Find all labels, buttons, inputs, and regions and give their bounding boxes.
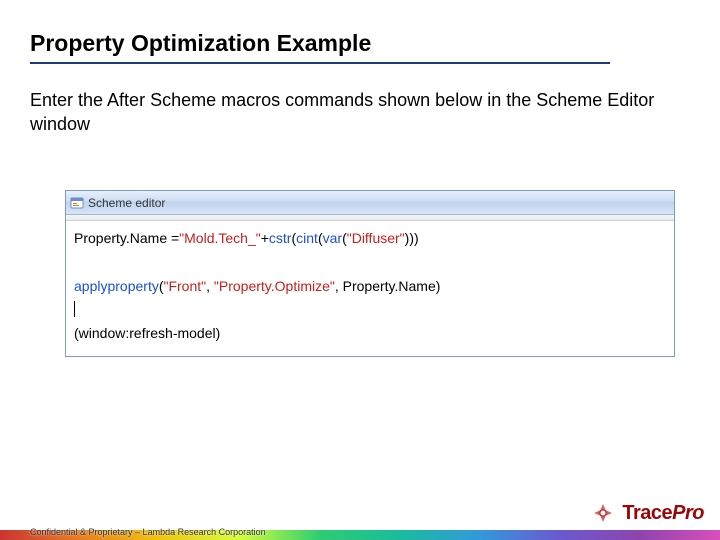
scheme-editor-window: Scheme editor Property.Name ="Mold.Tech_… — [65, 190, 675, 357]
code-area[interactable]: Property.Name ="Mold.Tech_"+cstr(cint(va… — [66, 221, 674, 356]
code-line-1: Property.Name ="Mold.Tech_"+cstr(cint(va… — [74, 227, 666, 251]
footer-text: Confidential & Proprietary – Lambda Rese… — [30, 527, 266, 537]
window-title: Scheme editor — [88, 196, 165, 210]
instruction-text: Enter the After Scheme macros commands s… — [30, 88, 670, 137]
brand-logo: TracePro — [588, 500, 704, 526]
text-caret — [74, 301, 75, 317]
window-titlebar: Scheme editor — [66, 191, 674, 215]
code-line-3: (window:refresh-model) — [74, 322, 666, 346]
code-caret-line — [74, 298, 666, 322]
app-icon — [70, 196, 84, 210]
brand-mark-icon — [588, 500, 618, 526]
code-line-2: applyproperty("Front", "Property.Optimiz… — [74, 275, 666, 299]
title-underline — [30, 62, 610, 64]
slide-title: Property Optimization Example — [30, 30, 371, 57]
brand-name: TracePro — [622, 502, 704, 525]
slide-footer: Confidential & Proprietary – Lambda Rese… — [0, 508, 720, 540]
code-blank-1 — [74, 251, 666, 275]
